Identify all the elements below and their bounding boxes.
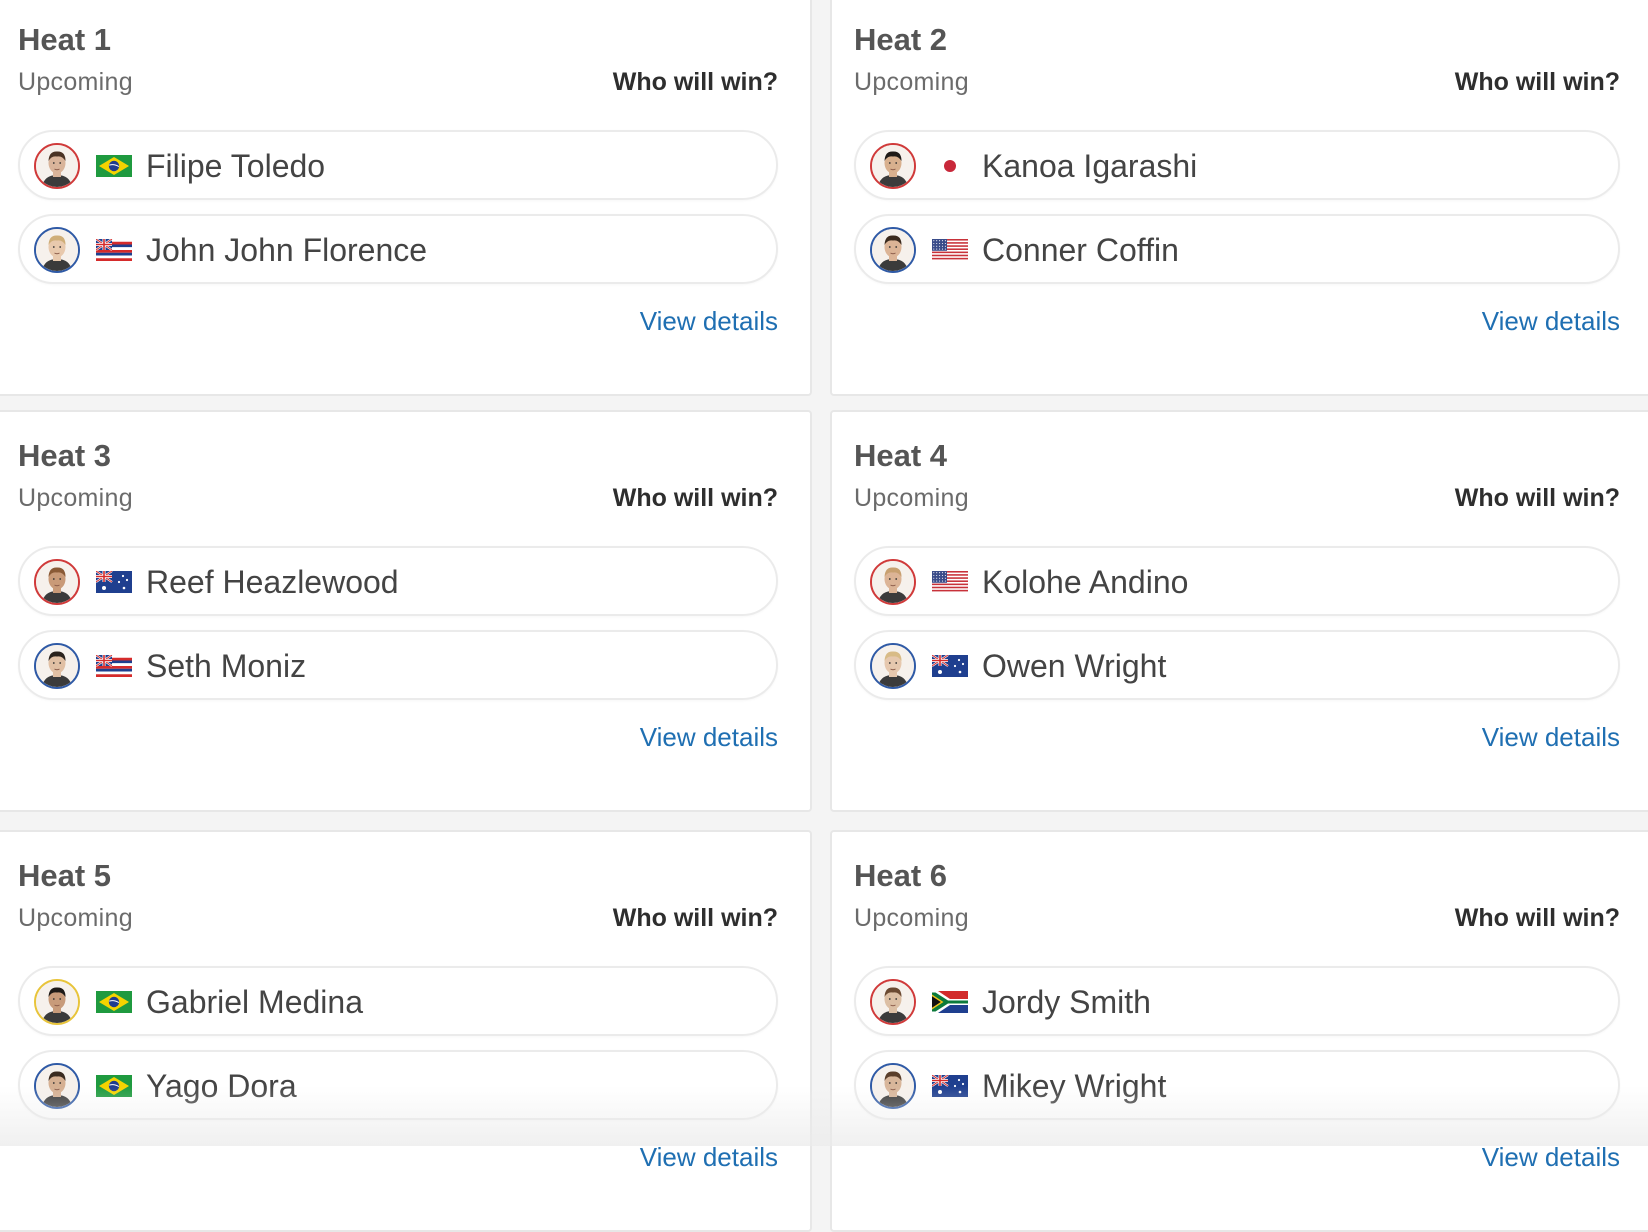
- view-details-link[interactable]: View details: [640, 306, 778, 337]
- surfer-name: Owen Wright: [982, 648, 1167, 684]
- surfer-name: Reef Heazlewood: [146, 564, 399, 600]
- brazil-flag-icon: [96, 155, 132, 177]
- surfer-avatar: [34, 1063, 80, 1109]
- surfer-avatar: [870, 979, 916, 1025]
- surfer-pick-button[interactable]: Kolohe Andino: [854, 546, 1620, 616]
- surfer-pick-button[interactable]: Conner Coffin: [854, 214, 1620, 284]
- who-will-win-label: Who will win?: [1454, 484, 1620, 512]
- view-details-link[interactable]: View details: [640, 1142, 778, 1173]
- surfer-avatar: [870, 643, 916, 689]
- surfer-name: Seth Moniz: [146, 648, 307, 684]
- surfer-avatar: [870, 559, 916, 605]
- who-will-win-label: Who will win?: [1454, 68, 1620, 96]
- brazil-flag-icon: [96, 991, 132, 1013]
- surfer-avatar: [34, 227, 80, 273]
- heat-card: Heat 6 Upcoming Who will win? Jordy Smith Mi…: [830, 830, 1648, 1232]
- surfer-name: Kolohe Andino: [982, 564, 1189, 600]
- surfer-name: Kanoa Igarashi: [982, 148, 1198, 184]
- australia-flag-icon: [95, 570, 132, 593]
- heats-grid: Heat 1 Upcoming Who will win? Filipe Toledo…: [0, 0, 1648, 1232]
- who-will-win-label: Who will win?: [1454, 904, 1620, 932]
- surfer-pick-button[interactable]: Kanoa Igarashi: [854, 130, 1620, 200]
- surfer-pick-button[interactable]: Filipe Toledo: [18, 130, 778, 200]
- heat-title: Heat 3: [18, 438, 112, 473]
- surfer-pick-button[interactable]: Seth Moniz: [18, 630, 778, 700]
- surfer-name: Yago Dora: [146, 1068, 297, 1104]
- view-details-link[interactable]: View details: [1482, 1142, 1620, 1173]
- surfer-avatar: [870, 1063, 916, 1109]
- south-africa-flag-icon: [932, 991, 968, 1013]
- heat-status: Upcoming: [18, 904, 133, 932]
- surfer-avatar: [34, 143, 80, 189]
- heat-title: Heat 2: [854, 22, 948, 57]
- australia-flag-icon: [931, 654, 968, 677]
- heat-title: Heat 6: [854, 858, 948, 893]
- heat-title: Heat 1: [18, 22, 112, 57]
- usa-flag-icon: [932, 571, 968, 593]
- surfer-name: Filipe Toledo: [146, 148, 326, 184]
- usa-flag-icon: [932, 239, 968, 261]
- view-details-link[interactable]: View details: [640, 722, 778, 753]
- who-will-win-label: Who will win?: [612, 484, 778, 512]
- heat-status: Upcoming: [18, 484, 133, 512]
- surfer-pick-button[interactable]: John John Florence: [18, 214, 778, 284]
- surfer-name: Jordy Smith: [982, 984, 1151, 1020]
- heat-status: Upcoming: [854, 484, 969, 512]
- hawaii-flag-icon: [95, 654, 132, 677]
- heat-title: Heat 4: [854, 438, 948, 473]
- who-will-win-label: Who will win?: [612, 68, 778, 96]
- surfer-avatar: [34, 643, 80, 689]
- surfer-avatar: [870, 143, 916, 189]
- view-details-link[interactable]: View details: [1482, 722, 1620, 753]
- heat-title: Heat 5: [18, 858, 112, 893]
- hawaii-flag-icon: [95, 238, 132, 261]
- brazil-flag-icon: [96, 1075, 132, 1097]
- surfer-name: Gabriel Medina: [146, 984, 363, 1020]
- surfer-pick-button[interactable]: Jordy Smith: [854, 966, 1620, 1036]
- surfer-pick-button[interactable]: Owen Wright: [854, 630, 1620, 700]
- heat-status: Upcoming: [854, 68, 969, 96]
- heat-card: Heat 3 Upcoming Who will win? Reef Heazlewo…: [0, 410, 812, 812]
- australia-flag-icon: [931, 1074, 968, 1097]
- japan-flag-icon: [932, 155, 968, 177]
- heat-card: Heat 4 Upcoming Who will win? Kolohe Andino…: [830, 410, 1648, 812]
- surfer-pick-button[interactable]: Gabriel Medina: [18, 966, 778, 1036]
- surfer-avatar: [34, 979, 80, 1025]
- surfer-name: Mikey Wright: [982, 1068, 1167, 1104]
- surfer-avatar: [870, 227, 916, 273]
- surfer-avatar: [34, 559, 80, 605]
- surfer-pick-button[interactable]: Mikey Wright: [854, 1050, 1620, 1120]
- surfer-name: John John Florence: [146, 232, 428, 268]
- surfer-name: Conner Coffin: [982, 232, 1179, 268]
- heat-status: Upcoming: [854, 904, 969, 932]
- surfer-pick-button[interactable]: Reef Heazlewood: [18, 546, 778, 616]
- surfer-pick-button[interactable]: Yago Dora: [18, 1050, 778, 1120]
- heat-card: Heat 2 Upcoming Who will win? Kanoa Igarash…: [830, 0, 1648, 396]
- who-will-win-label: Who will win?: [612, 904, 778, 932]
- view-details-link[interactable]: View details: [1482, 306, 1620, 337]
- heat-card: Heat 5 Upcoming Who will win? Gabriel Medin…: [0, 830, 812, 1232]
- heat-status: Upcoming: [18, 68, 133, 96]
- heat-card: Heat 1 Upcoming Who will win? Filipe Toledo…: [0, 0, 812, 396]
